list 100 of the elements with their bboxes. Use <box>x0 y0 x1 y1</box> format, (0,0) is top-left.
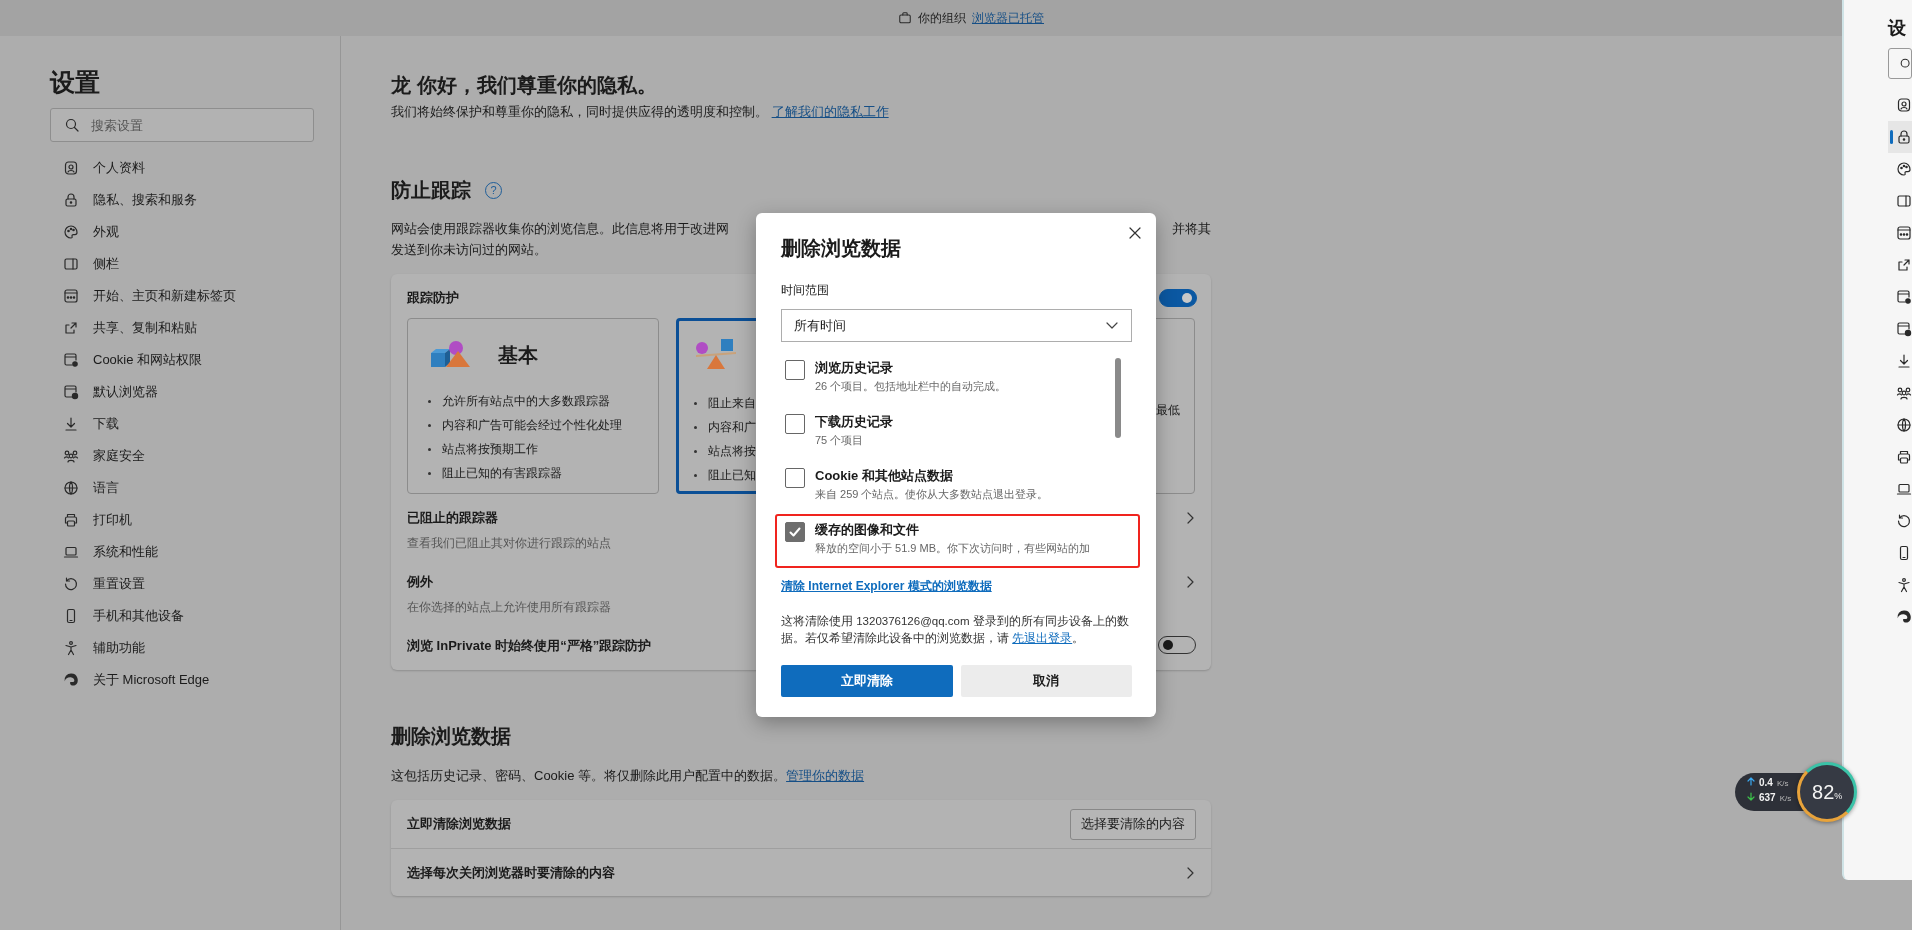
nav-item[interactable]: 打印机 <box>93 511 132 529</box>
speed-value: 0.4 <box>1759 777 1773 788</box>
option-title: 缓存的图像和文件 <box>815 521 920 539</box>
selection-indicator <box>1890 130 1893 144</box>
ie-mode-link[interactable]: 清除 Internet Explorer 模式的浏览数据 <box>781 578 992 595</box>
intro-text: 我们将始终保护和尊重你的隐私，同时提供应得的透明度和控制。 了解我们的隐私工作 <box>391 103 890 121</box>
balance-drawing <box>694 336 738 372</box>
speed-unit: K/s <box>1776 779 1789 788</box>
nav-item[interactable]: 开始、主页和新建标签页 <box>93 287 236 305</box>
browser-logo-icon <box>1896 609 1912 625</box>
laptop-icon <box>63 544 79 560</box>
checkbox[interactable] <box>785 522 805 542</box>
nav-item[interactable]: 侧栏 <box>93 255 119 273</box>
search-field[interactable] <box>1888 48 1912 79</box>
settings-title: 设置 <box>50 67 101 98</box>
percent-unit: % <box>1834 791 1843 801</box>
speed-value: 637 <box>1759 792 1776 803</box>
nav-item[interactable]: 家庭安全 <box>93 447 145 465</box>
checkbox[interactable] <box>785 360 805 380</box>
profile-icon <box>63 160 79 176</box>
card-title: 跟踪防护 <box>407 289 459 307</box>
chevron-down-icon <box>1105 320 1119 331</box>
bullet-text: 阻止已知 <box>708 467 756 483</box>
option-title: Cookie 和其他站点数据 <box>815 467 954 485</box>
level-card[interactable]: 基本 允许所有站点中的大多数跟踪器 内容和广告可能会经过个性化处理 站点将按预期工作 阻止已知的有害跟踪器 <box>407 318 659 494</box>
bullet-dot <box>694 425 697 429</box>
chevron-right-icon <box>1186 574 1196 590</box>
search-field[interactable]: 搜索设置 <box>50 108 314 142</box>
palette-icon <box>63 224 79 240</box>
family-icon <box>63 448 79 464</box>
bullet-text: 允许所有站点中的大多数跟踪器 <box>442 392 610 410</box>
level-text: 最低 <box>1155 402 1180 419</box>
nav-item[interactable]: 个人资料 <box>93 159 145 177</box>
option-subtitle: 26 个项目。包括地址栏中的自动完成。 <box>815 379 1007 394</box>
nav-item[interactable]: 手机和其他设备 <box>93 607 184 625</box>
nav-item[interactable]: 关于 Microsoft Edge <box>93 671 210 689</box>
cancel-button[interactable]: 取消 <box>960 665 1132 697</box>
nav-item[interactable]: 语言 <box>93 479 119 497</box>
row-subtitle: 查看我们已阻止其对你进行跟踪的站点 <box>407 535 611 552</box>
bullet-text: 站点将按 <box>708 443 756 459</box>
share-icon <box>1896 257 1912 273</box>
share-icon <box>63 320 79 336</box>
manage-data-link[interactable]: 管理你的数据 <box>786 768 865 783</box>
window-grid-icon <box>1896 225 1912 241</box>
window-gear-icon <box>1896 289 1912 305</box>
toggle-switch[interactable] <box>1159 289 1197 307</box>
nav-item[interactable]: 重置设置 <box>93 575 145 593</box>
time-range-dropdown[interactable]: 所有时间 <box>781 309 1132 342</box>
row-title: 浏览 InPrivate 时始终使用“严格”跟踪防护 <box>407 637 652 655</box>
row-title: 选择每次关闭浏览器时要清除的内容 <box>407 863 615 882</box>
speed-unit: K/s <box>1779 794 1792 803</box>
dialog-title: 删除浏览数据 <box>781 236 902 261</box>
window-check-icon <box>63 384 79 400</box>
checkbox[interactable] <box>785 414 805 434</box>
page-heading: 龙 你好，我们尊重你的隐私。 <box>391 73 658 98</box>
row-subtitle: 在你选择的站点上允许使用所有跟踪器 <box>407 599 611 616</box>
privacy-link[interactable]: 了解我们的隐私工作 <box>771 104 889 119</box>
nav-item[interactable]: 下载 <box>93 415 119 433</box>
family-icon <box>1896 385 1912 401</box>
row-title: 已阻止的跟踪器 <box>407 509 499 527</box>
printer-icon <box>63 512 79 528</box>
row-title: 立即清除浏览数据 <box>407 815 511 833</box>
scrollbar[interactable] <box>1115 358 1121 438</box>
nav-item[interactable]: 外观 <box>93 223 119 241</box>
download-icon <box>63 416 79 432</box>
option-title: 下载历史记录 <box>815 413 893 431</box>
reset-icon <box>1896 513 1912 529</box>
accessibility-icon <box>63 640 79 656</box>
browser-logo-icon <box>63 672 79 688</box>
managed-notice: 你的组织 <box>918 9 966 27</box>
nav-item[interactable]: 辅助功能 <box>93 639 145 657</box>
bullet-dot <box>694 449 697 453</box>
field-label: 时间范围 <box>781 282 830 299</box>
window-check-icon <box>1896 321 1912 337</box>
choose-button[interactable]: 选择要清除的内容 <box>1070 808 1196 840</box>
option-title: 浏览历史记录 <box>815 359 894 377</box>
profile-icon <box>1896 97 1912 113</box>
description-text: 这包括历史记录、密码、Cookie 等。将仅删除此用户配置中的数据。管理你的数据 <box>391 767 866 785</box>
sign-out-link[interactable]: 先退出登录 <box>1012 632 1073 644</box>
bullet-dot <box>694 401 697 405</box>
window-grid-icon <box>63 288 79 304</box>
clear-now-button[interactable]: 立即清除 <box>781 665 953 697</box>
nav-item[interactable]: Cookie 和网站权限 <box>93 351 203 369</box>
lock-icon <box>63 192 79 208</box>
bullet-dot <box>694 473 697 477</box>
nav-item[interactable]: 默认浏览器 <box>93 383 158 401</box>
reset-icon <box>63 576 79 592</box>
description-text: 并将其 <box>1172 220 1211 238</box>
bullet-dot <box>428 423 431 427</box>
nav-item[interactable]: 共享、复制和粘贴 <box>93 319 197 337</box>
globe-icon <box>63 480 79 496</box>
nav-item[interactable]: 系统和性能 <box>93 543 158 561</box>
option-subtitle: 来自 259 个站点。使你从大多数站点退出登录。 <box>815 487 1049 502</box>
briefcase-icon <box>898 11 912 25</box>
bullet-text: 站点将按预期工作 <box>442 440 538 458</box>
window-gear-icon <box>63 352 79 368</box>
checkbox[interactable] <box>785 468 805 488</box>
nav-item[interactable]: 隐私、搜索和服务 <box>93 191 197 209</box>
chevron-right-icon <box>1186 510 1196 526</box>
close-icon <box>1128 226 1142 240</box>
